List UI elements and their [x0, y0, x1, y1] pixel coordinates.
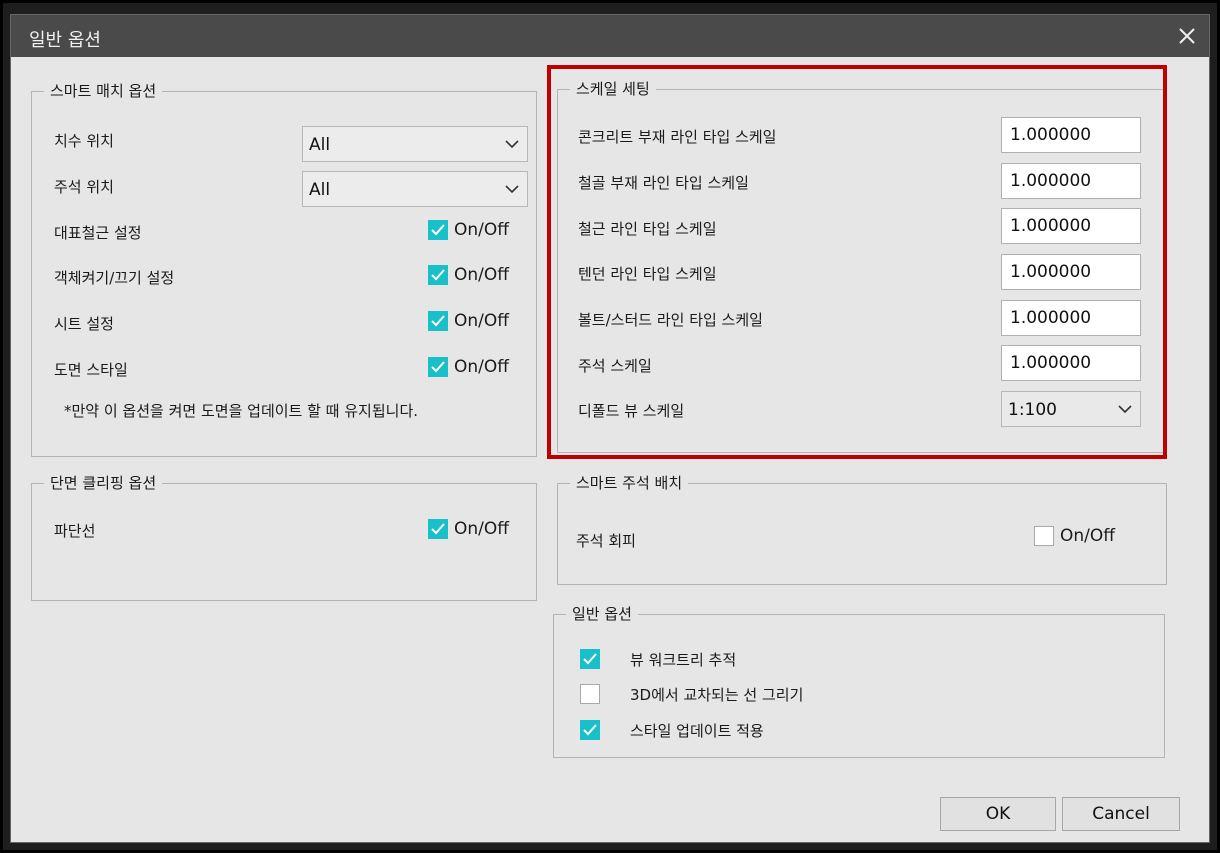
cancel-button[interactable]: Cancel — [1062, 797, 1180, 831]
style-update-label: 스타일 업데이트 적용 — [630, 721, 764, 740]
rebar-rep-toggle[interactable]: On/Off — [428, 218, 509, 242]
checkbox-checked-icon — [428, 519, 448, 539]
scale-settings-highlight — [547, 65, 1167, 459]
toggle-label: On/Off — [454, 220, 509, 240]
checkbox-unchecked-icon — [580, 684, 600, 704]
window-title: 일반 옵션 — [29, 30, 101, 51]
toggle-label: On/Off — [454, 357, 509, 377]
options-dialog: 일반 옵션 스마트 매치 옵션 치수 위치 All 주석 위치 All 대표철근… — [10, 14, 1210, 843]
checkbox-checked-icon — [428, 357, 448, 377]
note-position-value: All — [309, 180, 331, 200]
checkbox-checked-icon — [428, 265, 448, 285]
dim-position-select[interactable]: All — [302, 126, 528, 162]
checkbox-checked-icon — [580, 649, 600, 669]
break-line-toggle[interactable]: On/Off — [428, 517, 509, 541]
toggle-label: On/Off — [454, 311, 509, 331]
object-onoff-label: 객체켜기/끄기 설정 — [54, 269, 175, 287]
chevron-down-icon — [505, 185, 519, 194]
section-clip-group: 단면 클리핑 옵션 파단선 On/Off — [31, 474, 537, 601]
toggle-label: On/Off — [454, 265, 509, 285]
section-clip-title: 단면 클리핑 옵션 — [44, 474, 163, 492]
rebar-rep-label: 대표철근 설정 — [54, 224, 142, 242]
draw-intersect-label: 3D에서 교차되는 선 그리기 — [630, 685, 804, 704]
note-position-label: 주석 위치 — [54, 178, 114, 196]
note-position-select[interactable]: All — [302, 171, 528, 207]
checkbox-checked-icon — [580, 720, 600, 740]
sheet-settings-label: 시트 설정 — [54, 315, 114, 333]
view-worktree-label: 뷰 워크트리 추적 — [630, 650, 737, 669]
style-update-row[interactable]: 스타일 업데이트 적용 — [580, 718, 1140, 742]
smart-note-title: 스마트 주석 배치 — [570, 474, 689, 492]
dim-position-value: All — [309, 135, 331, 155]
title-bar: 일반 옵션 — [11, 15, 1209, 57]
drawing-style-toggle[interactable]: On/Off — [428, 355, 509, 379]
toggle-label: On/Off — [1060, 526, 1115, 546]
break-line-label: 파단선 — [54, 522, 96, 540]
checkbox-checked-icon — [428, 220, 448, 240]
object-onoff-toggle[interactable]: On/Off — [428, 263, 509, 287]
smart-match-group: 스마트 매치 옵션 치수 위치 All 주석 위치 All 대표철근 설정 On… — [31, 82, 537, 457]
close-button[interactable] — [1171, 21, 1203, 51]
chevron-down-icon — [505, 140, 519, 149]
close-icon — [1179, 28, 1195, 44]
smart-match-title: 스마트 매치 옵션 — [44, 82, 163, 100]
general-options-title: 일반 옵션 — [566, 605, 638, 623]
sheet-settings-toggle[interactable]: On/Off — [428, 309, 509, 333]
draw-intersect-row[interactable]: 3D에서 교차되는 선 그리기 — [580, 682, 1140, 706]
checkbox-unchecked-icon — [1034, 526, 1054, 546]
note-avoid-label: 주석 회피 — [576, 532, 636, 550]
drawing-style-label: 도면 스타일 — [54, 361, 128, 379]
ok-button[interactable]: OK — [940, 797, 1056, 831]
note-avoid-toggle[interactable]: On/Off — [1034, 524, 1115, 548]
update-note: *만약 이 옵션을 켜면 도면을 업데이트 할 때 유지됩니다. — [64, 402, 419, 420]
toggle-label: On/Off — [454, 519, 509, 539]
view-worktree-row[interactable]: 뷰 워크트리 추적 — [580, 647, 1140, 671]
smart-note-group: 스마트 주석 배치 주석 회피 On/Off — [557, 474, 1167, 585]
dim-position-label: 치수 위치 — [54, 132, 114, 150]
general-options-group: 일반 옵션 뷰 워크트리 추적 3D에서 교차되는 선 그리기 스타일 업데이트… — [553, 605, 1165, 758]
checkbox-checked-icon — [428, 311, 448, 331]
